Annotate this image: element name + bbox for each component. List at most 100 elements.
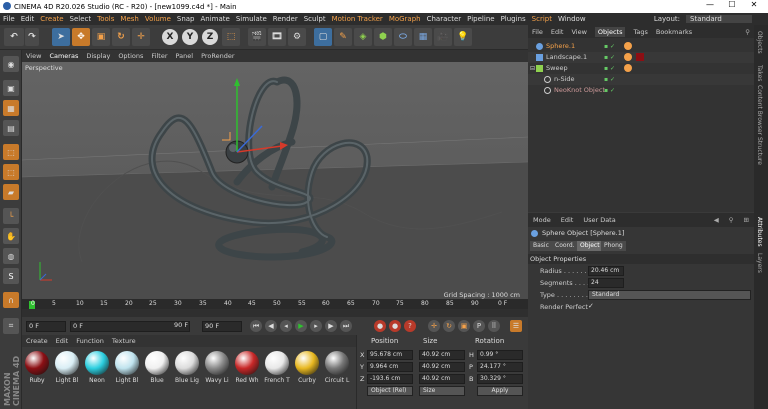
play-button[interactable]: ▶ [295, 320, 307, 332]
visibility-icon[interactable]: ▪ ✓ [604, 41, 615, 52]
menu-volume[interactable]: Volume [145, 15, 171, 23]
material-name[interactable]: Light Bl [54, 377, 80, 384]
floor-icon[interactable]: ▦ [414, 28, 432, 46]
viewport-3d[interactable]: Perspective Grid Spacing : 1000 cm [22, 62, 528, 299]
material-name[interactable]: French T [264, 377, 290, 384]
timeline-window-button[interactable]: ☰ [510, 320, 522, 332]
light-icon[interactable]: 💡 [454, 28, 472, 46]
object-name[interactable]: Sweep [546, 63, 568, 74]
vp-menu-display[interactable]: Display [86, 52, 110, 60]
x-axis-lock-button[interactable]: X [162, 29, 178, 45]
coord-system-icon[interactable]: ⬚ [222, 28, 240, 46]
menu-simulate[interactable]: Simulate [236, 15, 267, 23]
object-name[interactable]: Landscape.1 [546, 52, 587, 63]
key-scale-button[interactable]: ▣ [458, 320, 470, 332]
vp-menu-options[interactable]: Options [118, 52, 143, 60]
menu-edit[interactable]: Edit [21, 15, 35, 23]
lock-workplane-icon[interactable]: ⌗ [3, 318, 19, 334]
transform-tool-icon[interactable]: ✛ [132, 28, 150, 46]
lock-icon[interactable]: ⊞ [744, 216, 749, 224]
menu-render[interactable]: Render [273, 15, 298, 23]
object-row[interactable]: ⊟ Sweep ▪ ✓ [528, 63, 754, 74]
type-select[interactable]: Standard [588, 290, 751, 300]
obj-menu-file[interactable]: File [532, 28, 543, 36]
obj-menu-objects[interactable]: Objects [594, 26, 626, 37]
menu-mesh[interactable]: Mesh [120, 15, 138, 23]
obj-menu-bookmarks[interactable]: Bookmarks [656, 28, 692, 36]
object-row[interactable]: NeoKnot Object ▪ ✓ [528, 85, 754, 96]
menu-script[interactable]: Script [532, 15, 552, 23]
size-x-field[interactable]: 40.92 cm [419, 350, 465, 360]
render-perfect-checkbox[interactable]: ✓ [588, 302, 594, 310]
material-tag-icon[interactable] [636, 53, 644, 61]
size-z-field[interactable]: 40.92 cm [419, 374, 465, 384]
attr-menu-edit[interactable]: Edit [561, 216, 574, 224]
material-name[interactable]: Red Wh [234, 377, 260, 384]
menu-character[interactable]: Character [427, 15, 462, 23]
timeline[interactable]: 0 5 10 15 20 25 30 35 40 45 50 55 60 65 … [22, 299, 528, 317]
vp-menu-prorender[interactable]: ProRender [201, 52, 234, 60]
menu-snap[interactable]: Snap [177, 15, 195, 23]
tweak-mode-icon[interactable]: ✋ [3, 228, 19, 244]
menu-create[interactable]: Create [40, 15, 63, 23]
size-y-field[interactable]: 40.92 cm [419, 362, 465, 372]
mat-menu-create[interactable]: Create [26, 337, 48, 345]
material-swatch[interactable] [85, 351, 109, 375]
material-swatch[interactable] [145, 351, 169, 375]
tab-phong[interactable]: Phong [601, 241, 626, 251]
prev-frame-button[interactable]: ◂ [280, 320, 292, 332]
render-picture-viewer-icon[interactable]: 🎞 [268, 28, 286, 46]
back-arrow-icon[interactable]: ◀ [714, 216, 719, 224]
obj-menu-edit[interactable]: Edit [551, 28, 564, 36]
apply-button[interactable]: Apply [477, 386, 523, 396]
material-name[interactable]: Wavy Li [204, 377, 230, 384]
tab-coord[interactable]: Coord. [552, 241, 578, 251]
collapse-icon[interactable]: ⊟ [530, 63, 535, 74]
visibility-icon[interactable]: ▪ ✓ [604, 52, 615, 63]
maximize-button[interactable]: ☐ [722, 0, 742, 9]
side-tab-objects[interactable]: Objects [756, 31, 763, 54]
visibility-icon[interactable]: ▪ ✓ [604, 74, 615, 85]
key-pla-button[interactable]: ⠿ [488, 320, 500, 332]
size-mode-select[interactable]: Size [419, 386, 465, 396]
material-swatch[interactable] [325, 351, 349, 375]
menu-animate[interactable]: Animate [201, 15, 230, 23]
tab-basic[interactable]: Basic [530, 241, 552, 251]
object-name[interactable]: Sphere.1 [546, 41, 575, 52]
segments-field[interactable]: 24 [588, 278, 624, 288]
radius-field[interactable]: 20.46 cm [588, 266, 624, 276]
material-swatch[interactable] [115, 351, 139, 375]
z-axis-lock-button[interactable]: Z [202, 29, 218, 45]
cloner-icon[interactable]: ⬢ [374, 28, 392, 46]
pen-icon[interactable]: ✎ [334, 28, 352, 46]
object-row[interactable]: n-Side ▪ ✓ [528, 74, 754, 85]
rotate-tool-icon[interactable]: ↻ [112, 28, 130, 46]
key-rotation-button[interactable]: ↻ [443, 320, 455, 332]
visibility-icon[interactable]: ▪ ✓ [604, 63, 615, 74]
next-frame-button[interactable]: ▸ [310, 320, 322, 332]
material-swatch[interactable] [235, 351, 259, 375]
rotation-p-field[interactable]: 24.177 ° [477, 362, 523, 372]
snap-icon[interactable]: ◍ [3, 248, 19, 264]
object-row[interactable]: Landscape.1 ▪ ✓ [528, 52, 754, 63]
menu-tools[interactable]: Tools [97, 15, 114, 23]
preview-start-field[interactable]: 0 F [70, 321, 190, 332]
solo-icon[interactable]: S [3, 268, 19, 284]
camera-icon[interactable]: 🎥 [434, 28, 452, 46]
render-view-icon[interactable]: 🎬 [248, 28, 266, 46]
mat-menu-function[interactable]: Function [76, 337, 104, 345]
material-swatch[interactable] [25, 351, 49, 375]
move-tool-icon[interactable]: ✥ [72, 28, 90, 46]
edges-mode-icon[interactable]: ⬚ [3, 164, 19, 180]
keyframe-selection-button[interactable]: ? [404, 320, 416, 332]
tab-object[interactable]: Object [577, 241, 603, 251]
position-y-field[interactable]: 9.964 cm [367, 362, 413, 372]
material-name[interactable]: Circuit L [324, 377, 350, 384]
menu-window[interactable]: Window [558, 15, 586, 23]
position-z-field[interactable]: -193.6 cm [367, 374, 413, 384]
menu-motion-tracker[interactable]: Motion Tracker [332, 15, 383, 23]
object-row[interactable]: Sphere.1 ▪ ✓ [528, 41, 754, 52]
menu-mograph[interactable]: MoGraph [389, 15, 421, 23]
menu-select[interactable]: Select [70, 15, 92, 23]
layout-select[interactable]: Standard [686, 15, 752, 23]
